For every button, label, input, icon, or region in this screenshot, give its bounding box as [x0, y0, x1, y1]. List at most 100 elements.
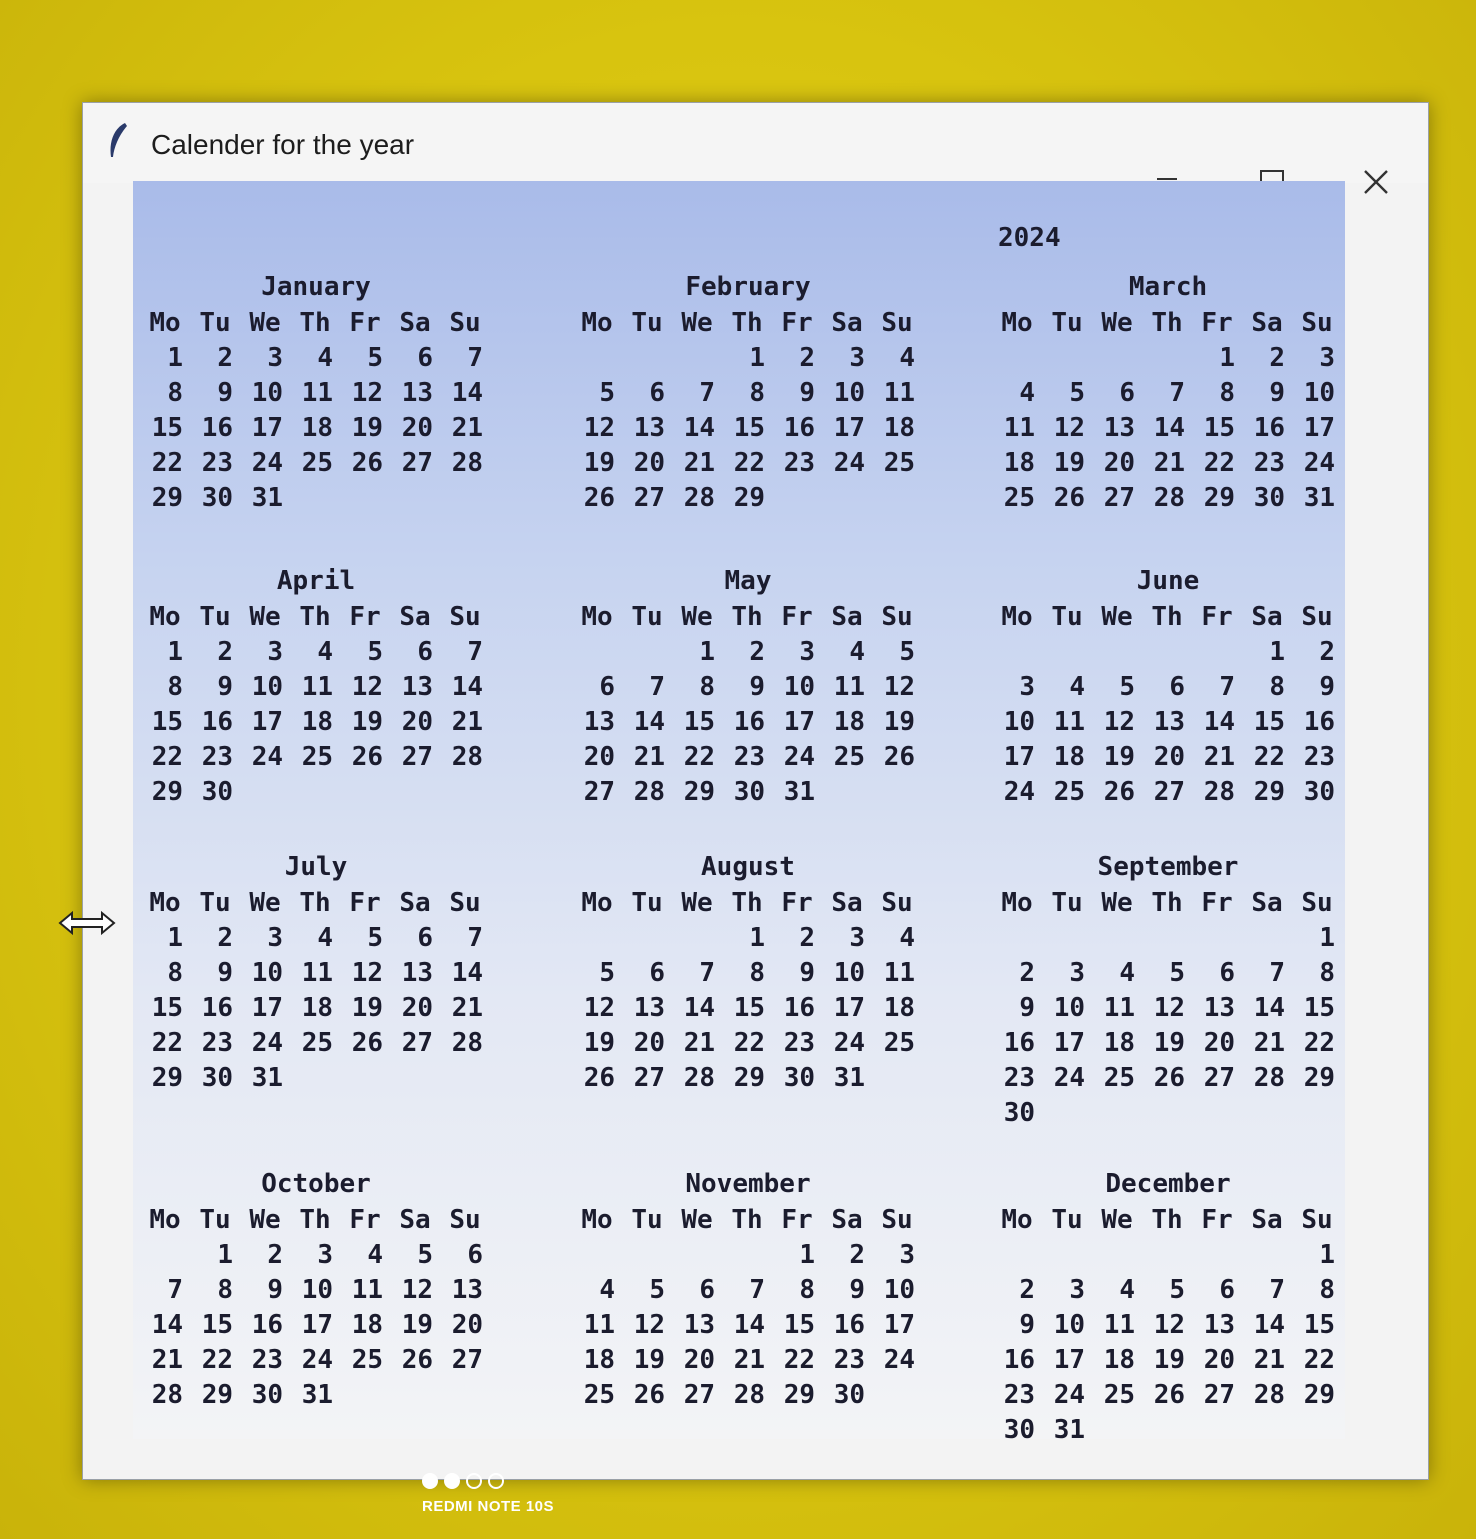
- day-cell: 25: [1003, 483, 1035, 513]
- week-row: 1 2 3 4: [573, 921, 923, 956]
- day-cell: 11: [301, 672, 333, 702]
- day-cell: 18: [1053, 742, 1085, 772]
- weekday-label: Th: [1151, 602, 1183, 632]
- day-cell: [441, 1061, 489, 1096]
- week-row: 25 26 27 28 29 30 31: [993, 481, 1343, 516]
- day-cell: 3: [849, 343, 865, 373]
- day-cell: 27: [583, 777, 615, 807]
- weekday-label: Mo: [149, 888, 181, 918]
- day-cell: 12: [883, 672, 915, 702]
- day-cell: [773, 481, 821, 516]
- day-cell: 24: [833, 1028, 865, 1058]
- day-cell: 22: [151, 742, 183, 772]
- title-bar[interactable]: Calender for the year: [83, 103, 1428, 194]
- day-cell: 7: [167, 1275, 183, 1305]
- week-row: 2 3 4 5 6 7 8: [993, 1273, 1343, 1308]
- day-cell: 22: [733, 448, 765, 478]
- weekday-label: Mo: [581, 308, 613, 338]
- weekday-label: Tu: [1051, 308, 1083, 338]
- day-cell: 9: [799, 378, 815, 408]
- day-cell: 20: [401, 413, 433, 443]
- day-cell: 18: [301, 707, 333, 737]
- day-cell: 7: [1269, 958, 1285, 988]
- day-cell: 9: [749, 672, 765, 702]
- day-cell: 7: [467, 637, 483, 667]
- day-cell: 30: [733, 777, 765, 807]
- day-cell: [1293, 1096, 1341, 1131]
- day-cell: 14: [683, 413, 715, 443]
- weekday-label: Fr: [349, 308, 381, 338]
- calendar-window: Calender for the year 2024 January Mo Tu We…: [82, 102, 1429, 1480]
- day-cell: 1: [1319, 923, 1335, 953]
- day-cell: 29: [151, 777, 183, 807]
- day-cell: 16: [251, 1310, 283, 1340]
- week-row: 1: [993, 1238, 1343, 1273]
- weekday-header: Mo Tu We Th Fr Sa Su: [141, 1202, 491, 1238]
- day-cell: 20: [401, 707, 433, 737]
- day-cell: [993, 341, 1041, 376]
- day-cell: 14: [1253, 1310, 1285, 1340]
- week-row: 5 6 7 8 9 10 11: [573, 956, 923, 991]
- weekday-label: Fr: [781, 602, 813, 632]
- day-cell: 13: [633, 993, 665, 1023]
- day-cell: 14: [1253, 993, 1285, 1023]
- day-cell: [573, 341, 621, 376]
- week-row: 10 11 12 13 14 15 16: [993, 705, 1343, 740]
- week-row: 1 2 3 4 5 6 7: [141, 921, 491, 956]
- close-button[interactable]: [1351, 157, 1401, 207]
- week-row: 5 6 7 8 9 10 11: [573, 376, 923, 411]
- day-cell: 13: [451, 1275, 483, 1305]
- day-cell: 5: [417, 1240, 433, 1270]
- day-cell: 2: [1019, 958, 1035, 988]
- day-cell: 9: [799, 958, 815, 988]
- day-cell: 14: [733, 1310, 765, 1340]
- day-cell: 11: [883, 378, 915, 408]
- day-cell: 9: [849, 1275, 865, 1305]
- day-cell: 16: [201, 413, 233, 443]
- day-cell: 24: [251, 1028, 283, 1058]
- day-cell: [993, 1238, 1041, 1273]
- week-row: 12: [993, 635, 1343, 670]
- day-cell: 18: [1003, 448, 1035, 478]
- weekday-label: Sa: [399, 888, 431, 918]
- weekday-label: Su: [449, 888, 481, 918]
- weekday-label: Fr: [1201, 308, 1233, 338]
- day-cell: 24: [1303, 448, 1335, 478]
- day-cell: 23: [1303, 742, 1335, 772]
- day-cell: 20: [401, 993, 433, 1023]
- day-cell: 12: [1103, 707, 1135, 737]
- day-cell: 7: [1219, 672, 1235, 702]
- month-name: May: [724, 566, 772, 596]
- weekday-label: Su: [1301, 1205, 1333, 1235]
- day-cell: 25: [301, 448, 333, 478]
- day-cell: 23: [783, 448, 815, 478]
- day-cell: 7: [1169, 378, 1185, 408]
- day-cell: [341, 481, 389, 516]
- day-cell: 2: [749, 637, 765, 667]
- day-cell: 10: [1303, 378, 1335, 408]
- day-cell: 27: [1103, 483, 1135, 513]
- weekday-label: Su: [1301, 308, 1333, 338]
- week-row: 1 2 3 4 5 6: [141, 1238, 491, 1273]
- day-cell: 16: [201, 707, 233, 737]
- weekday-label: Th: [731, 1205, 763, 1235]
- day-cell: 5: [899, 637, 915, 667]
- weekday-header: Mo Tu We Th Fr Sa Su: [573, 599, 923, 635]
- day-cell: 8: [799, 1275, 815, 1305]
- day-cell: 2: [1319, 637, 1335, 667]
- day-cell: 24: [833, 448, 865, 478]
- weekday-label: Tu: [631, 888, 663, 918]
- day-cell: [993, 635, 1041, 670]
- week-row: 27 28 29 30 31: [573, 775, 923, 810]
- day-cell: 21: [683, 1028, 715, 1058]
- week-row: 1 2 3 4 5 6 7: [141, 635, 491, 670]
- day-cell: [391, 1061, 439, 1096]
- day-cell: 6: [699, 1275, 715, 1305]
- day-cell: 1: [167, 637, 183, 667]
- day-cell: 2: [799, 923, 815, 953]
- day-cell: 28: [683, 483, 715, 513]
- week-row: 1 2 3 4 5 6 7: [141, 341, 491, 376]
- day-cell: 1: [217, 1240, 233, 1270]
- day-cell: [1093, 635, 1141, 670]
- day-cell: 10: [301, 1275, 333, 1305]
